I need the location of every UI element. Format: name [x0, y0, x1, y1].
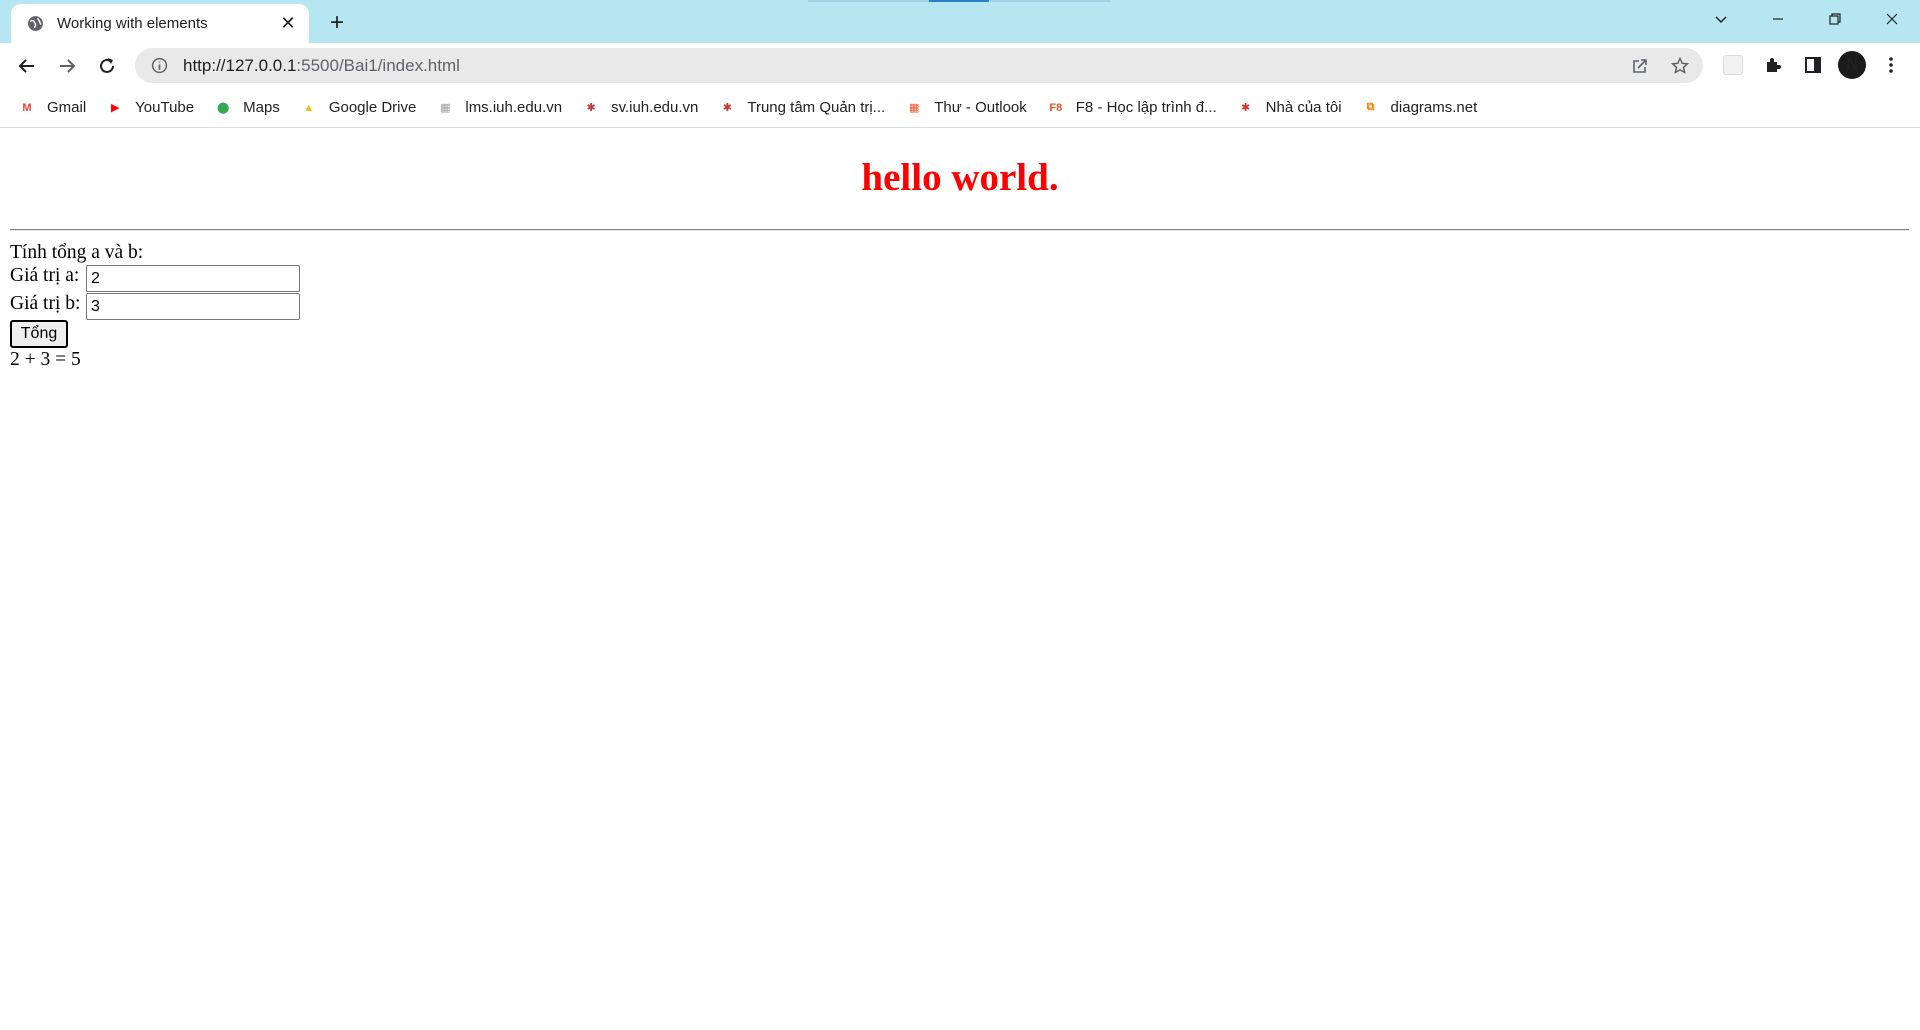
bookmark-label: Nhà của tôi [1265, 99, 1342, 116]
site-info-icon[interactable] [149, 56, 169, 76]
diagrams-icon: ⧉ [1366, 101, 1375, 113]
active-tab[interactable]: Working with elements ✕ [11, 4, 309, 43]
bookmark-item[interactable]: ▲ Google Drive [299, 94, 417, 122]
value-a-input[interactable] [86, 265, 300, 292]
label-b: Giá trị b: [10, 293, 81, 314]
bookmark-label: Gmail [47, 99, 87, 116]
bookmark-label: sv.iuh.edu.vn [611, 99, 699, 116]
bookmark-label: Maps [243, 99, 280, 116]
restore-icon[interactable] [1806, 0, 1863, 38]
forward-icon[interactable] [47, 46, 87, 86]
menu-kebab-icon[interactable] [1876, 49, 1906, 81]
share-icon[interactable] [1627, 53, 1653, 79]
browser-toolbar: http://127.0.0.1:5500/Bai1/index.html N [0, 43, 1920, 88]
gmail-icon: M [22, 101, 32, 114]
back-icon[interactable] [7, 46, 47, 86]
bookmark-label: Google Drive [328, 99, 417, 116]
tab-strip-indicator [929, 0, 989, 2]
close-tab-icon[interactable]: ✕ [277, 13, 299, 35]
bookmark-item[interactable]: M Gmail [17, 94, 86, 122]
microsoft-icon: ▦ [908, 102, 920, 114]
tab-search-icon[interactable] [1692, 0, 1749, 38]
bookmark-item[interactable]: ▦ Thư - Outlook [904, 94, 1027, 122]
bookmark-star-icon[interactable] [1667, 53, 1693, 79]
bookmark-label: F8 - Học lập trình đ... [1075, 99, 1217, 116]
globe-icon [25, 14, 45, 34]
tab-title: Working with elements [57, 15, 208, 32]
bookmark-item[interactable]: ⧉ diagrams.net [1361, 94, 1478, 122]
extensions-puzzle-icon[interactable] [1758, 49, 1788, 81]
sum-button[interactable]: Tổng [10, 320, 68, 348]
lms-icon: ▦ [440, 102, 451, 114]
tab-strip: Working with elements ✕ + [0, 0, 1920, 43]
bookmark-item[interactable]: ▶ YouTube [105, 94, 194, 122]
window-controls [1692, 0, 1920, 38]
minimize-icon[interactable] [1749, 0, 1806, 38]
google-drive-icon: ▲ [303, 101, 315, 114]
bookmark-item[interactable]: ⬤ Maps [213, 94, 280, 122]
iuh-icon: ✱ [586, 102, 596, 114]
bookmark-item[interactable]: ✱ Trung tâm Quản trị... [717, 94, 885, 122]
bookmark-item[interactable]: ▦ lms.iuh.edu.vn [435, 94, 562, 122]
bookmark-label: YouTube [135, 99, 195, 116]
label-a: Giá trị a: [10, 265, 80, 286]
close-window-icon[interactable] [1863, 0, 1920, 38]
bookmarks-bar: M Gmail ▶ YouTube ⬤ Maps ▲ Google Drive ▦ lms.iuh… [0, 88, 1920, 128]
new-tab-button[interactable]: + [323, 9, 351, 37]
youtube-icon: ▶ [110, 102, 120, 114]
bookmark-item[interactable]: ✱ sv.iuh.edu.vn [581, 94, 698, 122]
side-panel-icon[interactable] [1798, 49, 1828, 81]
url-host: http://127.0.0.1 [183, 55, 297, 75]
bookmark-label: diagrams.net [1390, 99, 1478, 116]
url-text[interactable]: http://127.0.0.1:5500/Bai1/index.html [183, 56, 1627, 76]
sum-result: 2 + 3 = 5 [10, 349, 81, 370]
iuh-home-icon: ✱ [1241, 102, 1251, 114]
profile-avatar-icon[interactable]: N [1838, 51, 1866, 79]
divider [10, 229, 1909, 231]
bookmark-label: lms.iuh.edu.vn [465, 99, 563, 116]
address-bar[interactable]: http://127.0.0.1:5500/Bai1/index.html [135, 48, 1703, 83]
bookmark-item[interactable]: ✱ Nhà của tôi [1236, 94, 1342, 122]
iuh-center-icon: ✱ [722, 102, 732, 114]
toolbar-right: N [1718, 49, 1906, 81]
bookmark-label: Thư - Outlook [934, 99, 1027, 116]
f8-icon: F8 [1049, 101, 1063, 114]
reload-icon[interactable] [87, 46, 127, 86]
value-b-input[interactable] [86, 293, 300, 320]
page-content: hello world. Tính tổng a và b: Giá trị a… [0, 129, 1920, 1030]
bookmark-label: Trung tâm Quản trị... [747, 99, 886, 116]
url-path: :5500/Bai1/index.html [296, 55, 460, 75]
sum-intro-text: Tính tổng a và b: [10, 242, 144, 263]
page-heading: hello world. [861, 156, 1059, 199]
maps-icon: ⬤ [216, 102, 230, 114]
extension-icon[interactable] [1723, 55, 1743, 75]
bookmark-item[interactable]: F8 F8 - Học lập trình đ... [1046, 94, 1217, 122]
